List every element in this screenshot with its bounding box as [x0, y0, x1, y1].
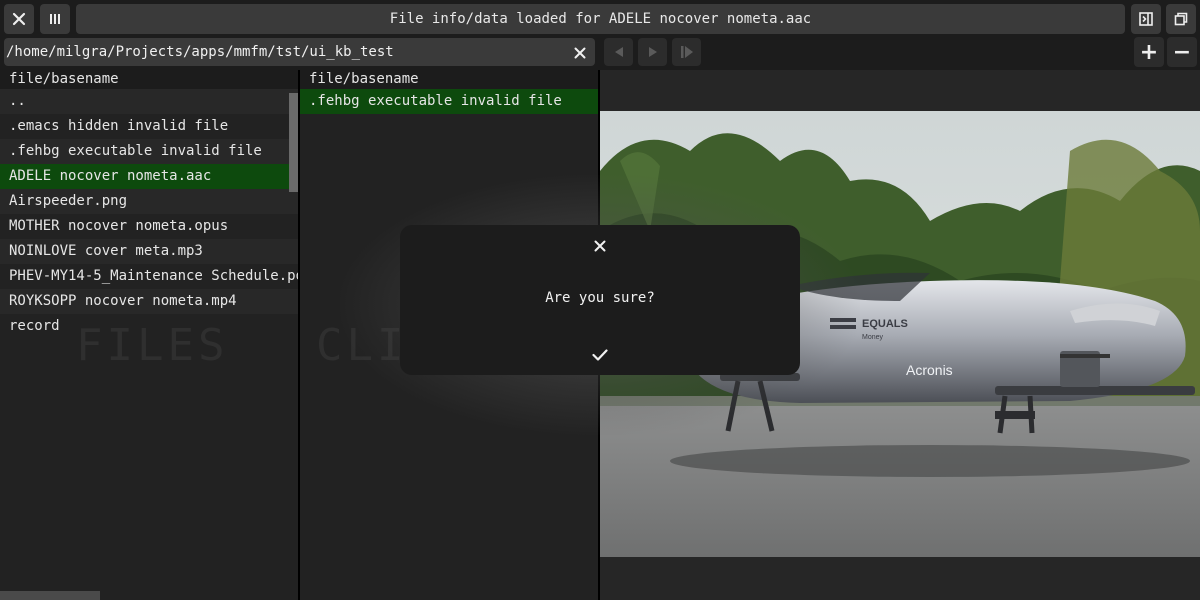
files-pane: FILES file/basename .. .emacs hidden inv… — [0, 70, 298, 600]
play-button[interactable] — [672, 38, 701, 66]
close-icon — [594, 240, 606, 252]
triangle-left-icon — [614, 47, 623, 57]
columns-button[interactable] — [40, 4, 70, 34]
file-row[interactable]: .. — [0, 89, 298, 114]
confirm-dialog: Are you sure? — [400, 225, 800, 375]
columns-icon — [50, 14, 60, 24]
file-row[interactable]: Airspeeder.png — [0, 189, 298, 214]
clipboard-column-header[interactable]: file/basename — [300, 70, 598, 89]
zoom-in-button[interactable]: + — [1134, 37, 1164, 67]
dialog-confirm-button[interactable] — [586, 343, 614, 367]
panel-toggle-icon — [1139, 12, 1153, 26]
back-button[interactable] — [604, 38, 633, 66]
path-input[interactable] — [4, 38, 595, 66]
close-icon — [12, 12, 26, 26]
top-toolbar: File info/data loaded for ADELE nocover … — [0, 0, 1200, 38]
file-row[interactable]: PHEV-MY14-5_Maintenance Schedule.pdf — [0, 264, 298, 289]
file-row[interactable]: ROYKSOPP nocover nometa.mp4 — [0, 289, 298, 314]
checkmark-icon — [592, 349, 608, 361]
files-vertical-scrollbar[interactable] — [289, 93, 298, 192]
close-icon — [574, 47, 586, 59]
clipboard-row-selected[interactable]: .fehbg executable invalid file — [300, 89, 598, 114]
window-title: File info/data loaded for ADELE nocover … — [76, 4, 1125, 34]
dialog-message: Are you sure? — [545, 290, 655, 306]
hull-brand-subtext: Money — [862, 334, 884, 341]
file-row[interactable]: .fehbg executable invalid file — [0, 139, 298, 164]
restore-window-icon — [1174, 12, 1188, 26]
files-horizontal-scrollbar[interactable] — [0, 591, 100, 600]
preview-toggle-button[interactable] — [1131, 4, 1161, 34]
hull-sponsor-text: Acronis — [906, 362, 953, 378]
files-watermark: FILES — [76, 320, 229, 371]
close-button[interactable] — [4, 4, 34, 34]
file-row[interactable]: NOINLOVE cover meta.mp3 — [0, 239, 298, 264]
file-row[interactable]: MOTHER nocover nometa.opus — [0, 214, 298, 239]
dialog-close-button[interactable] — [588, 235, 612, 257]
plus-label: + — [1139, 39, 1159, 65]
triangle-right-icon — [648, 47, 657, 57]
minus-label: − — [1172, 39, 1192, 65]
zoom-out-button[interactable]: − — [1167, 37, 1197, 67]
path-clear-button[interactable] — [569, 42, 591, 64]
hull-brand-text: EQUALS — [862, 318, 908, 330]
restore-window-button[interactable] — [1166, 4, 1196, 34]
play-icon — [680, 46, 693, 58]
file-row[interactable]: .emacs hidden invalid file — [0, 114, 298, 139]
file-row-selected[interactable]: ADELE nocover nometa.aac — [0, 164, 298, 189]
files-column-header[interactable]: file/basename — [0, 70, 298, 89]
forward-button[interactable] — [638, 38, 667, 66]
path-bar: + − — [0, 37, 1200, 68]
